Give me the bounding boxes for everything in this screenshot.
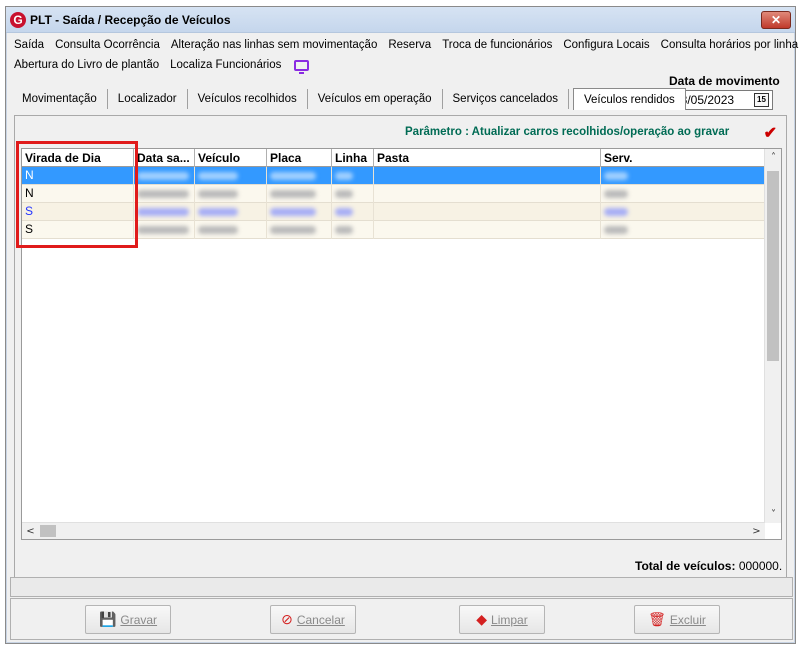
- app-logo-icon: G: [10, 12, 26, 28]
- excluir-button[interactable]: 🗑 Excluir: [634, 605, 720, 634]
- scroll-left-icon[interactable]: <: [22, 523, 39, 539]
- gravar-label: Gravar: [120, 612, 158, 627]
- tab-veiculos-rendidos[interactable]: Veículos rendidos: [573, 88, 686, 110]
- tab-bar: Movimentação Localizador Veículos recolh…: [12, 87, 686, 111]
- content-panel: Parâmetro : Atualizar carros recolhidos/…: [14, 115, 787, 579]
- footer-toolbar: 💾 Gravar ⊘ Cancelar ◆ Limpar 🗑 Excluir: [10, 598, 793, 640]
- redacted-cell: [134, 203, 195, 221]
- cancel-icon: ⊘: [281, 611, 293, 627]
- parameter-label: Parâmetro : Atualizar carros recolhidos/…: [405, 126, 730, 138]
- floppy-disk-icon: 💾: [98, 611, 117, 627]
- total-label: Total de veículos:: [635, 559, 736, 573]
- redacted-cell: [332, 203, 374, 221]
- col-placa[interactable]: Placa: [267, 149, 332, 167]
- cell-pasta: [374, 203, 601, 221]
- grid-rows: N N S S: [22, 167, 765, 239]
- cell-pasta: [374, 221, 601, 239]
- main-window: G PLT - Saída / Recepção de Veículos ✕ S…: [5, 6, 798, 644]
- gravar-button[interactable]: 💾 Gravar: [85, 605, 171, 634]
- menu-row-2: Abertura do Livro de plantão Localiza Fu…: [14, 55, 789, 75]
- cell-virada: N: [22, 185, 134, 203]
- redacted-cell: [601, 167, 765, 185]
- menu-abertura-livro[interactable]: Abertura do Livro de plantão: [14, 59, 159, 71]
- menu-saida[interactable]: Saída: [14, 39, 44, 51]
- table-row[interactable]: N: [22, 185, 765, 203]
- col-virada-de-dia[interactable]: Virada de Dia: [22, 149, 134, 167]
- table-row[interactable]: S: [22, 221, 765, 239]
- redacted-cell: [267, 203, 332, 221]
- total-vehicles: Total de veículos: 000000.: [635, 559, 782, 573]
- menu-consulta-horarios[interactable]: Consulta horários por linha: [661, 39, 798, 51]
- menu-localiza-funcionarios[interactable]: Localiza Funcionários: [170, 59, 281, 71]
- total-value: 000000.: [738, 559, 783, 573]
- cancelar-label: Cancelar: [296, 612, 345, 627]
- redacted-cell: [195, 185, 267, 203]
- col-linha[interactable]: Linha: [332, 149, 374, 167]
- menu-row-1: Saída Consulta Ocorrência Alteração nas …: [14, 35, 798, 55]
- menu-troca-funcionarios[interactable]: Troca de funcionários: [442, 39, 552, 51]
- limpar-label: Limpar: [491, 612, 528, 627]
- tab-servicos-cancelados[interactable]: Serviços cancelados: [443, 89, 569, 109]
- calendar-icon[interactable]: 15: [754, 93, 769, 107]
- trash-icon: 🗑: [648, 611, 666, 627]
- col-serv[interactable]: Serv.: [601, 149, 765, 167]
- table-row[interactable]: N: [22, 167, 765, 185]
- window-title: PLT - Saída / Recepção de Veículos: [30, 13, 231, 27]
- redacted-cell: [267, 167, 332, 185]
- vertical-scroll-thumb[interactable]: [767, 171, 779, 361]
- redacted-cell: [134, 185, 195, 203]
- eraser-icon: ◆: [476, 611, 488, 627]
- redacted-cell: [601, 203, 765, 221]
- redacted-cell: [601, 221, 765, 239]
- cancelar-button[interactable]: ⊘ Cancelar: [270, 605, 356, 634]
- vehicles-grid[interactable]: Virada de Dia Data sa... Veículo Placa L…: [21, 148, 782, 540]
- tab-movimentacao[interactable]: Movimentação: [12, 89, 108, 109]
- vertical-scrollbar[interactable]: ˄ ˅: [764, 149, 781, 523]
- col-pasta[interactable]: Pasta: [374, 149, 601, 167]
- redacted-cell: [332, 221, 374, 239]
- tab-veiculos-em-operacao[interactable]: Veículos em operação: [308, 89, 443, 109]
- menu-bar: Saída Consulta Ocorrência Alteração nas …: [14, 35, 798, 75]
- redacted-cell: [267, 221, 332, 239]
- monitor-icon[interactable]: [294, 59, 310, 74]
- horizontal-scroll-thumb[interactable]: [40, 525, 56, 537]
- horizontal-scrollbar[interactable]: < >: [22, 522, 765, 539]
- checkmark-icon[interactable]: ✔: [764, 123, 777, 143]
- cell-pasta: [374, 167, 601, 185]
- excluir-label: Excluir: [669, 612, 706, 627]
- tab-localizador[interactable]: Localizador: [108, 89, 188, 109]
- table-row[interactable]: S: [22, 203, 765, 221]
- title-bar[interactable]: G PLT - Saída / Recepção de Veículos ✕: [6, 7, 795, 33]
- redacted-cell: [332, 167, 374, 185]
- redacted-cell: [195, 221, 267, 239]
- scroll-up-icon[interactable]: ˄: [765, 149, 781, 166]
- col-data-saida[interactable]: Data sa...: [134, 149, 195, 167]
- date-label: Data de movimento: [669, 74, 780, 88]
- redacted-cell: [134, 167, 195, 185]
- tab-veiculos-recolhidos[interactable]: Veículos recolhidos: [188, 89, 308, 109]
- menu-reserva[interactable]: Reserva: [388, 39, 431, 51]
- cell-virada: S: [22, 221, 134, 239]
- menu-consulta-ocorrencia[interactable]: Consulta Ocorrência: [55, 39, 160, 51]
- cell-virada: S: [22, 203, 134, 221]
- menu-alteracao-linhas[interactable]: Alteração nas linhas sem movimentação: [171, 39, 377, 51]
- redacted-cell: [195, 167, 267, 185]
- col-veiculo[interactable]: Veículo: [195, 149, 267, 167]
- redacted-cell: [267, 185, 332, 203]
- cell-virada: N: [22, 167, 134, 185]
- parameter-text: Parâmetro : Atualizar carros recolhidos/…: [405, 125, 785, 142]
- close-button[interactable]: ✕: [761, 11, 791, 29]
- scroll-down-icon[interactable]: ˅: [765, 506, 781, 523]
- scroll-right-icon[interactable]: >: [748, 523, 765, 539]
- redacted-cell: [601, 185, 765, 203]
- redacted-cell: [195, 203, 267, 221]
- redacted-cell: [332, 185, 374, 203]
- limpar-button[interactable]: ◆ Limpar: [459, 605, 545, 634]
- redacted-cell: [134, 221, 195, 239]
- grid-header: Virada de Dia Data sa... Veículo Placa L…: [22, 149, 765, 167]
- cell-pasta: [374, 185, 601, 203]
- status-bar: [10, 577, 793, 597]
- menu-configura-locais[interactable]: Configura Locais: [563, 39, 649, 51]
